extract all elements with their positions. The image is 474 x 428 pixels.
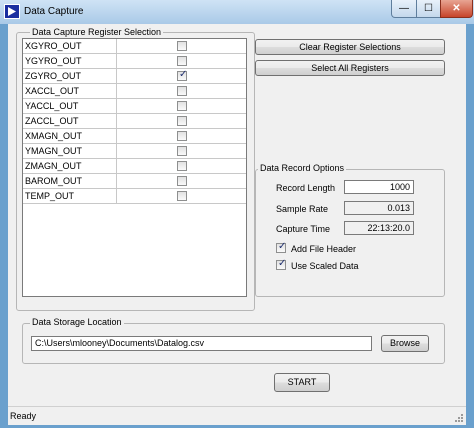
register-row[interactable]: ZMAGN_OUT xyxy=(23,159,246,174)
app-window: Data Capture — ☐ ✕ Data Capture Register… xyxy=(0,0,474,428)
register-checkbox[interactable] xyxy=(177,131,187,141)
storage-title: Data Storage Location xyxy=(30,317,124,327)
register-checkbox[interactable] xyxy=(177,41,187,51)
record-options-title: Data Record Options xyxy=(258,163,347,173)
record-length-label: Record Length xyxy=(276,183,336,193)
checkmark-icon: ✓ xyxy=(179,69,188,80)
select-all-registers-button[interactable]: Select All Registers xyxy=(255,60,445,76)
sample-rate-field: 0.013 xyxy=(344,201,414,215)
register-row[interactable]: ZACCL_OUT xyxy=(23,114,246,129)
add-file-header-label: Add File Header xyxy=(291,244,357,254)
column-divider xyxy=(116,159,117,174)
title-bar[interactable]: Data Capture — ☐ ✕ xyxy=(0,0,474,24)
column-divider xyxy=(116,144,117,159)
resize-grip-icon[interactable] xyxy=(454,413,464,423)
register-selection-title: Data Capture Register Selection xyxy=(30,27,164,37)
checkmark-icon: ✓ xyxy=(278,241,287,252)
sample-rate-label: Sample Rate xyxy=(276,204,329,214)
register-checkbox[interactable] xyxy=(177,191,187,201)
status-text: Ready xyxy=(10,411,37,421)
register-checkbox[interactable] xyxy=(177,116,187,126)
register-checkbox[interactable] xyxy=(177,86,187,96)
register-checkbox[interactable] xyxy=(177,146,187,156)
column-divider xyxy=(116,174,117,189)
column-divider xyxy=(116,99,117,114)
status-bar: Ready xyxy=(8,406,466,425)
register-name: XGYRO_OUT xyxy=(25,41,82,51)
start-button[interactable]: START xyxy=(274,373,330,392)
register-name: YMAGN_OUT xyxy=(25,146,83,156)
register-row[interactable]: YGYRO_OUT xyxy=(23,54,246,69)
checkmark-icon: ✓ xyxy=(278,258,287,269)
record-length-input[interactable]: 1000 xyxy=(344,180,414,194)
register-row[interactable]: ZGYRO_OUT ✓ xyxy=(23,69,246,84)
register-name: ZGYRO_OUT xyxy=(25,71,82,81)
register-row[interactable]: XMAGN_OUT xyxy=(23,129,246,144)
register-name: YGYRO_OUT xyxy=(25,56,82,66)
register-row[interactable]: XACCL_OUT xyxy=(23,84,246,99)
window-title: Data Capture xyxy=(24,6,84,17)
maximize-button[interactable]: ☐ xyxy=(416,0,441,18)
clear-register-selections-button[interactable]: Clear Register Selections xyxy=(255,39,445,55)
column-divider xyxy=(116,39,117,54)
register-list: XGYRO_OUT YGYRO_OUT ZGYRO_OUT ✓ XACCL_OUT YAC… xyxy=(22,38,247,297)
close-button[interactable]: ✕ xyxy=(440,0,473,18)
column-divider xyxy=(116,69,117,84)
register-checkbox[interactable] xyxy=(177,161,187,171)
register-name: XACCL_OUT xyxy=(25,86,80,96)
register-checkbox[interactable] xyxy=(177,176,187,186)
register-name: ZACCL_OUT xyxy=(25,116,79,126)
column-divider xyxy=(116,129,117,144)
storage-path-input[interactable]: C:\Users\mlooney\Documents\Datalog.csv xyxy=(31,336,372,351)
register-name: XMAGN_OUT xyxy=(25,131,83,141)
add-file-header-checkbox[interactable]: ✓ xyxy=(276,241,287,253)
register-name: TEMP_OUT xyxy=(25,191,75,201)
use-scaled-data-checkbox[interactable]: ✓ xyxy=(276,258,287,270)
client-area: Data Capture Register Selection XGYRO_OU… xyxy=(8,24,466,406)
capture-time-field: 22:13:20.0 xyxy=(344,221,414,235)
app-icon[interactable] xyxy=(4,4,20,19)
register-checkbox[interactable] xyxy=(177,56,187,66)
browse-button[interactable]: Browse xyxy=(381,335,429,352)
register-row[interactable]: XGYRO_OUT xyxy=(23,39,246,54)
register-row[interactable]: TEMP_OUT xyxy=(23,189,246,204)
minimize-button[interactable]: — xyxy=(391,0,417,18)
column-divider xyxy=(116,84,117,99)
register-row[interactable]: YACCL_OUT xyxy=(23,99,246,114)
register-checkbox[interactable] xyxy=(177,101,187,111)
column-divider xyxy=(116,189,117,204)
register-name: BAROM_OUT xyxy=(25,176,83,186)
register-name: ZMAGN_OUT xyxy=(25,161,82,171)
column-divider xyxy=(116,114,117,129)
column-divider xyxy=(116,54,117,69)
register-checkbox[interactable]: ✓ xyxy=(177,69,188,81)
use-scaled-data-label: Use Scaled Data xyxy=(291,261,359,271)
register-row[interactable]: BAROM_OUT xyxy=(23,174,246,189)
register-name: YACCL_OUT xyxy=(25,101,79,111)
capture-time-label: Capture Time xyxy=(276,224,331,234)
register-row[interactable]: YMAGN_OUT xyxy=(23,144,246,159)
